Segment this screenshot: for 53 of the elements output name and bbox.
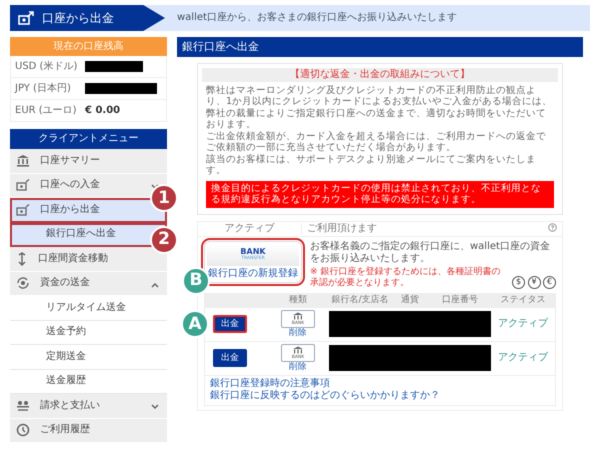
column-header: 銀行名/支店名 — [330, 295, 390, 306]
help-link[interactable]: 銀行口座登録時の注意事項 — [210, 378, 330, 390]
clock-icon — [16, 423, 30, 438]
page-title: 口座から出金 — [42, 10, 114, 26]
warning-message: 換金目的によるクレジットカードの使用は禁止されており、不正利用となる規約違反行為となりアカウント停止等の処分になります。 — [206, 180, 554, 208]
currency-icon: ¥ — [528, 276, 540, 289]
status-label: アクティブ — [497, 318, 549, 330]
method-status: アクティブ — [198, 222, 302, 234]
column-header: 種類 — [288, 295, 308, 306]
menu-item[interactable]: 資金の送金 — [10, 272, 167, 296]
currency-label: USD (米ドル) — [15, 60, 78, 72]
availability-label: ご利用頂けます — [306, 222, 378, 234]
method-description: お客様名義のご指定の銀行口座に、wallet口座の資金をお振り込みいたします。 — [310, 240, 551, 264]
delete-link[interactable]: 削除 — [289, 328, 307, 338]
currency-icon: $ — [512, 276, 525, 289]
notice-paragraph: 該当のお客様には、サポートデスクより別途メールにてご案内をいたします。 — [206, 154, 537, 176]
bank-icon — [16, 154, 30, 168]
menu-item[interactable]: 口座間資金移動 — [10, 247, 167, 272]
callout-badge: A — [181, 310, 209, 338]
column-header: ステイタス — [500, 295, 546, 306]
notice-paragraph: ご出金依頼金額が、カード入金を超える場合には、ご利用カードへの返金でご依頼額の一部に充当させていただく場合があります。 — [206, 130, 547, 154]
register-bank-link[interactable]: 銀行口座の新規登録 — [208, 268, 298, 280]
currency-label: EUR (ユーロ) — [15, 104, 78, 116]
menu-header: クライアントメニュー — [10, 129, 167, 149]
cycle-icon — [16, 276, 30, 290]
card-arrow-icon — [16, 179, 30, 192]
column-header: 通貨 — [400, 295, 420, 306]
help-link[interactable]: 銀行口座に反映するのはどのぐらいかかりますか？ — [210, 390, 440, 402]
page-subtitle: wallet口座から、お客さまの銀行口座へお振り込みいたします — [177, 12, 457, 24]
status-label: アクティブ — [497, 352, 549, 364]
menu-item[interactable]: 口座サマリー — [10, 149, 167, 174]
menu-item[interactable]: 請求と支払い — [10, 394, 167, 418]
registration-note: ※ 銀行口座を登録するためには、各種証明書の承認が必要となります。 — [310, 267, 502, 289]
card-arrow-icon — [18, 11, 34, 25]
notice-title: 【適切な返金・出金の取組みについて】 — [202, 68, 558, 82]
callout-badge: 1 — [150, 184, 178, 212]
balance-amount: € 0.00 — [85, 104, 120, 116]
menu-item[interactable]: ご利用履歴 — [10, 418, 167, 443]
people-icon — [16, 400, 30, 412]
submenu-item[interactable]: 送金履歴 — [10, 370, 167, 394]
balance-header: 現在の口座残高 — [10, 37, 167, 56]
withdraw-button[interactable]: 出金 — [213, 315, 247, 334]
column-header: 口座番号 — [441, 295, 479, 306]
section-title: 銀行口座へ出金 — [177, 37, 583, 57]
card-arrow-icon — [16, 204, 30, 216]
currency-icon: € — [543, 276, 556, 289]
delete-link[interactable]: 削除 — [289, 362, 307, 372]
help-icon — [548, 222, 557, 234]
submenu-item[interactable]: 送金予約 — [10, 320, 167, 345]
notice-paragraph: 弊社はマネーロンダリング及びクレジットカードの不正利用防止の観点より、1か月以内にクレジットカードによるお支払いやご入金がある場合には、弊社の裁量によりご指定銀行口座への送金まで、適切なお時間をいただいております。 — [206, 84, 554, 130]
transfer-icon — [16, 252, 28, 266]
currency-label: JPY (日本円) — [15, 82, 72, 94]
withdraw-button[interactable]: 出金 — [213, 349, 247, 368]
